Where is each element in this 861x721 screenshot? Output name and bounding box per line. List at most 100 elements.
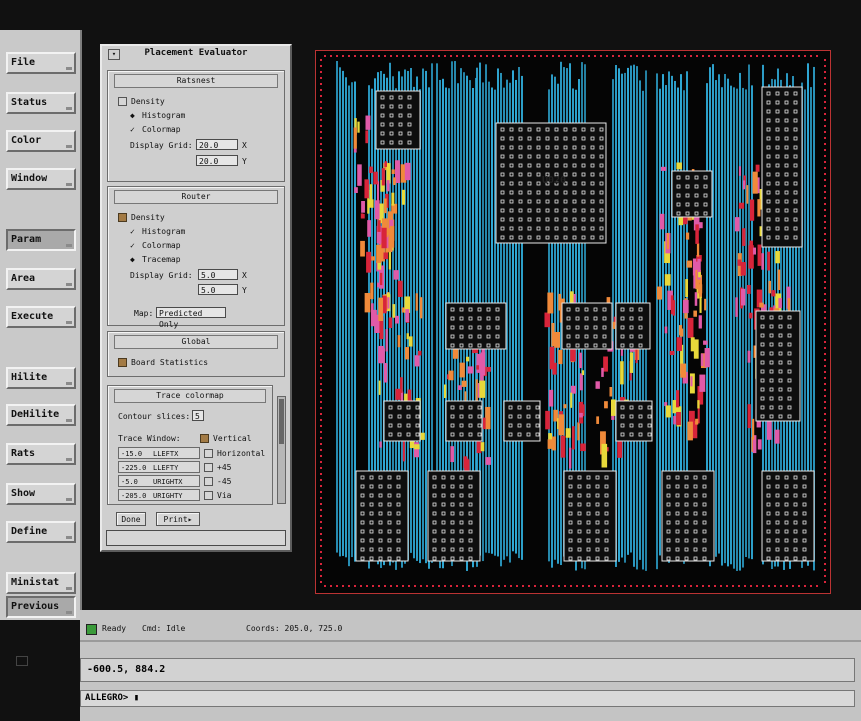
congestion-mark bbox=[558, 414, 565, 436]
trace bbox=[336, 61, 338, 553]
trace bbox=[751, 85, 753, 560]
border-pad bbox=[570, 55, 572, 57]
congestion-mark bbox=[747, 350, 751, 363]
border-pad bbox=[824, 119, 826, 121]
congestion-mark bbox=[371, 303, 374, 315]
congestion-mark bbox=[385, 329, 388, 352]
congestion-mark bbox=[485, 406, 491, 430]
menu-rats-button[interactable]: Rats bbox=[6, 443, 76, 465]
border-pad bbox=[824, 59, 826, 61]
congestion-mark bbox=[367, 220, 371, 237]
urightx-input[interactable]: -5.0 URIGHTX bbox=[118, 475, 200, 487]
placement-evaluator-dialog: ▾ Placement Evaluator Ratsnest Density ◆… bbox=[100, 44, 292, 552]
congestion-mark bbox=[353, 148, 357, 153]
ratsnest-colormap-toggle[interactable]: ✓ Colormap bbox=[130, 125, 181, 134]
congestion-mark bbox=[612, 321, 616, 329]
histogram-label: Histogram bbox=[142, 227, 186, 236]
router-tracemap-radio[interactable]: ◆ Tracemap bbox=[130, 255, 181, 264]
minus45-checkbox[interactable]: -45 bbox=[204, 477, 231, 486]
menu-window-button[interactable]: Window bbox=[6, 168, 76, 190]
congestion-mark bbox=[467, 366, 474, 374]
border-pad bbox=[824, 533, 826, 535]
print-button[interactable]: Print▸ bbox=[156, 512, 200, 526]
radio-selected-icon: ◆ bbox=[130, 255, 135, 264]
board-canvas[interactable]: U020 bbox=[315, 50, 831, 594]
menu-param-button[interactable]: Param bbox=[6, 229, 76, 251]
border-pad bbox=[426, 585, 428, 587]
border-pad bbox=[402, 55, 404, 57]
border-pad bbox=[798, 585, 800, 587]
border-pad bbox=[816, 585, 818, 587]
router-map-select[interactable]: Predicted Only bbox=[156, 307, 226, 329]
border-pad bbox=[824, 209, 826, 211]
congestion-mark bbox=[693, 310, 697, 317]
menu-status-button[interactable]: Status bbox=[6, 92, 76, 114]
menu-execute-button[interactable]: Execute bbox=[6, 306, 76, 328]
menu-dehilite-button[interactable]: DeHilite bbox=[6, 404, 76, 426]
border-pad bbox=[810, 55, 812, 57]
congestion-mark bbox=[666, 232, 670, 250]
border-pad bbox=[824, 383, 826, 385]
horizontal-checkbox[interactable]: Horizontal bbox=[204, 449, 265, 458]
urighty-input[interactable]: -205.0 URIGHTY bbox=[118, 489, 200, 501]
radio-selected-icon: ◆ bbox=[130, 111, 135, 120]
border-pad bbox=[678, 585, 680, 587]
router-grid-x-input[interactable]: 5.0 bbox=[198, 269, 238, 280]
border-pad bbox=[390, 585, 392, 587]
vertical-checkbox[interactable]: Vertical bbox=[200, 434, 252, 443]
border-pad bbox=[824, 275, 826, 277]
menu-previous-button[interactable]: Previous bbox=[6, 596, 76, 618]
component-body bbox=[661, 470, 715, 562]
router-histogram-toggle[interactable]: ✓ Histogram bbox=[130, 227, 185, 236]
border-pad bbox=[564, 55, 566, 57]
trace-colormap-scrollbar[interactable] bbox=[277, 396, 286, 504]
congestion-mark bbox=[401, 189, 406, 205]
router-grid-y-input[interactable]: 5.0 bbox=[198, 284, 238, 295]
ratsnest-grid-y-input[interactable]: 20.0 bbox=[196, 155, 238, 166]
menu-define-button[interactable]: Define bbox=[6, 521, 76, 543]
border-pad bbox=[762, 585, 764, 587]
menu-ministat-button[interactable]: Ministat bbox=[6, 572, 76, 594]
menu-area-button[interactable]: Area bbox=[6, 268, 76, 290]
router-density-checkbox[interactable]: Density bbox=[118, 213, 165, 222]
menu-show-button[interactable]: Show bbox=[6, 483, 76, 505]
contour-slices-input[interactable]: 5 bbox=[192, 410, 204, 421]
via-checkbox[interactable]: Via bbox=[204, 491, 231, 500]
border-pad bbox=[320, 101, 322, 103]
router-colormap-toggle[interactable]: ✓ Colormap bbox=[130, 241, 181, 250]
congestion-mark bbox=[384, 161, 387, 167]
coords-status: Coords: 205.0, 725.0 bbox=[246, 624, 343, 633]
congestion-mark bbox=[379, 272, 383, 286]
lleftx-input[interactable]: -15.0 LLEFTX bbox=[118, 447, 200, 459]
coordinate-value: -600.5, 884.2 bbox=[87, 664, 166, 675]
congestion-mark bbox=[480, 442, 485, 452]
border-pad bbox=[516, 585, 518, 587]
border-pad bbox=[320, 527, 322, 529]
command-line[interactable]: ALLEGRO> ▮ bbox=[80, 690, 855, 707]
done-button[interactable]: Done bbox=[116, 512, 146, 526]
menu-file-button[interactable]: File bbox=[6, 52, 76, 74]
plus45-checkbox[interactable]: +45 bbox=[204, 463, 231, 472]
trace-window-label: Trace Window: bbox=[118, 434, 181, 443]
ratsnest-histogram-radio[interactable]: ◆ Histogram bbox=[130, 111, 185, 120]
menu-hilite-button[interactable]: Hilite bbox=[6, 367, 76, 389]
menu-color-button[interactable]: Color bbox=[6, 130, 76, 152]
board-statistics-checkbox[interactable]: Board Statistics bbox=[118, 358, 208, 367]
congestion-mark bbox=[697, 284, 703, 294]
window-field-name: LLEFTY bbox=[153, 464, 179, 472]
ratsnest-density-checkbox[interactable]: Density bbox=[118, 97, 165, 106]
border-pad bbox=[320, 209, 322, 211]
command-prompt[interactable]: ALLEGRO> ▮ bbox=[85, 693, 139, 703]
scrollbar-thumb[interactable] bbox=[279, 399, 284, 444]
border-pad bbox=[320, 65, 322, 67]
ratsnest-grid-x-input[interactable]: 20.0 bbox=[196, 139, 238, 150]
congestion-mark bbox=[604, 401, 608, 409]
component-body bbox=[375, 90, 421, 150]
border-pad bbox=[320, 173, 322, 175]
checkbox-icon bbox=[204, 491, 213, 500]
congestion-mark bbox=[738, 166, 741, 176]
llefty-input[interactable]: -225.0 LLEFTY bbox=[118, 461, 200, 473]
border-pad bbox=[510, 585, 512, 587]
congestion-mark bbox=[479, 380, 486, 398]
congestion-mark bbox=[547, 439, 553, 449]
